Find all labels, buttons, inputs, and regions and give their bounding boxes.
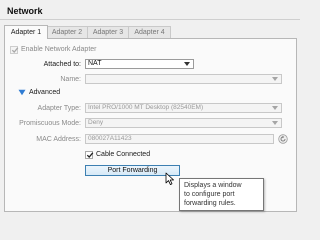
mac-address-input[interactable]: 080027A11423 bbox=[85, 134, 274, 144]
tooltip-line-3: forwarding rules. bbox=[184, 200, 236, 207]
enable-adapter-checkbox[interactable] bbox=[10, 46, 19, 54]
tab-adapter-4[interactable]: Adapter 4 bbox=[128, 26, 171, 38]
chevron-down-icon bbox=[184, 62, 190, 66]
tooltip-line-1: Displays a window bbox=[184, 182, 242, 189]
section-title: Network bbox=[7, 6, 43, 16]
tab-adapter-2[interactable]: Adapter 2 bbox=[46, 26, 88, 38]
promiscuous-mode-value: Deny bbox=[88, 119, 104, 126]
attached-to-label: Attached to: bbox=[43, 61, 81, 68]
refresh-icon[interactable] bbox=[278, 134, 288, 144]
title-divider bbox=[0, 19, 300, 20]
name-label: Name: bbox=[60, 76, 81, 83]
cable-connected-checkbox[interactable] bbox=[85, 151, 94, 159]
promiscuous-mode-select[interactable]: Deny bbox=[85, 118, 282, 128]
attached-to-value: NAT bbox=[88, 60, 102, 67]
mac-address-value: 080027A11423 bbox=[88, 135, 132, 142]
mac-address-label: MAC Address: bbox=[36, 136, 81, 143]
name-select[interactable] bbox=[85, 74, 282, 84]
checkmark-icon bbox=[86, 152, 94, 159]
tab-adapter-1[interactable]: Adapter 1 bbox=[4, 25, 48, 39]
cable-connected-label: Cable Connected bbox=[96, 151, 151, 158]
promiscuous-mode-label: Promiscuous Mode: bbox=[19, 120, 81, 127]
adapter-type-select[interactable]: Intel PRO/1000 MT Desktop (82540EM) bbox=[85, 103, 282, 113]
expand-triangle-icon[interactable] bbox=[18, 89, 26, 96]
cursor-icon bbox=[165, 172, 174, 185]
chevron-down-icon bbox=[272, 106, 278, 110]
checkmark-icon bbox=[11, 47, 19, 54]
enable-adapter-label: Enable Network Adapter bbox=[21, 46, 97, 53]
tooltip-line-2: to configure port bbox=[184, 191, 235, 198]
adapter-panel: Enable Network Adapter Attached to: NAT … bbox=[4, 38, 297, 212]
chevron-down-icon bbox=[272, 77, 278, 81]
port-forwarding-tooltip: Displays a window to configure port forw… bbox=[179, 178, 264, 211]
tab-adapter-3[interactable]: Adapter 3 bbox=[87, 26, 129, 38]
chevron-down-icon bbox=[272, 121, 278, 125]
advanced-toggle[interactable]: Advanced bbox=[29, 89, 60, 96]
adapter-type-label: Adapter Type: bbox=[37, 105, 81, 112]
attached-to-select[interactable]: NAT bbox=[85, 59, 194, 69]
adapter-type-value: Intel PRO/1000 MT Desktop (82540EM) bbox=[88, 104, 204, 111]
